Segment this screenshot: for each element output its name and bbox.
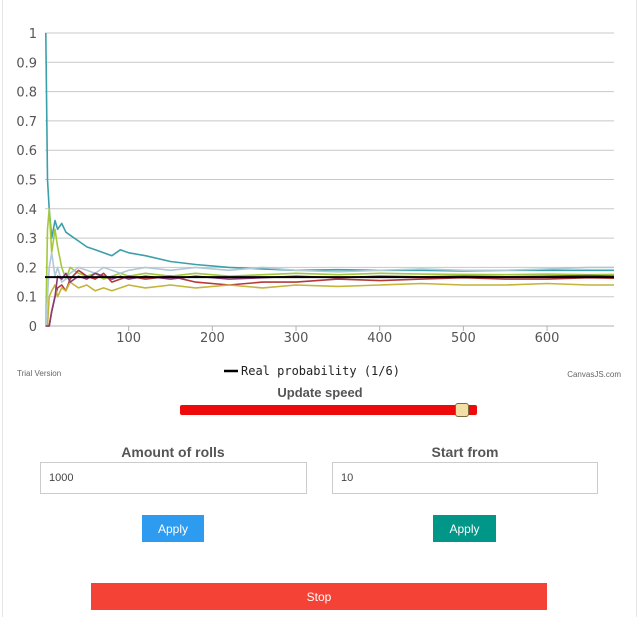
y-tick-label: 0.9	[16, 56, 37, 71]
series-line-5	[45, 281, 614, 327]
y-tick-label: 0.3	[16, 232, 37, 247]
y-tick-label: 0.8	[16, 86, 37, 101]
y-tick-label: 0.6	[16, 144, 37, 159]
y-tick-label: 0.7	[16, 115, 37, 130]
probability-chart: 0 0.1 0.2 0.3 0.4 0.5 0.6 0.7 0.8 0.9 1 100 200 300 40…	[16, 27, 621, 379]
x-tick-label: 500	[451, 331, 476, 346]
update-speed-slider-track[interactable]	[180, 405, 477, 415]
x-tick-label: 400	[367, 331, 392, 346]
stop-button[interactable]: Stop	[91, 583, 547, 610]
y-tick-label: 0.5	[16, 174, 37, 189]
y-tick-label: 1	[29, 27, 37, 42]
y-tick-label: 0.4	[16, 203, 37, 218]
x-tick-label: 600	[535, 331, 560, 346]
amount-of-rolls-input[interactable]	[40, 462, 307, 494]
trial-version-credit: Trial Version	[17, 369, 61, 378]
amount-of-rolls-label: Amount of rolls	[121, 444, 225, 460]
legend-label: Real probability (1/6)	[241, 364, 400, 378]
x-tick-label: 200	[200, 331, 225, 346]
x-tick-label: 300	[284, 331, 309, 346]
update-speed-title: Update speed	[277, 385, 363, 400]
series-line-3	[45, 252, 614, 327]
apply-start-button[interactable]: Apply	[433, 515, 496, 542]
start-from-label: Start from	[431, 444, 499, 460]
apply-rolls-button[interactable]: Apply	[142, 515, 204, 542]
y-tick-label: 0.1	[16, 291, 37, 306]
y-tick-label: 0	[29, 320, 37, 335]
y-tick-label: 0.2	[16, 261, 37, 276]
series-line-1	[45, 32, 614, 272]
series-line-6	[45, 272, 615, 327]
update-speed-slider-thumb[interactable]	[454, 403, 469, 417]
start-from-input[interactable]	[332, 462, 598, 494]
canvasjs-credit: CanvasJS.com	[567, 370, 621, 379]
x-tick-label: 100	[116, 331, 141, 346]
